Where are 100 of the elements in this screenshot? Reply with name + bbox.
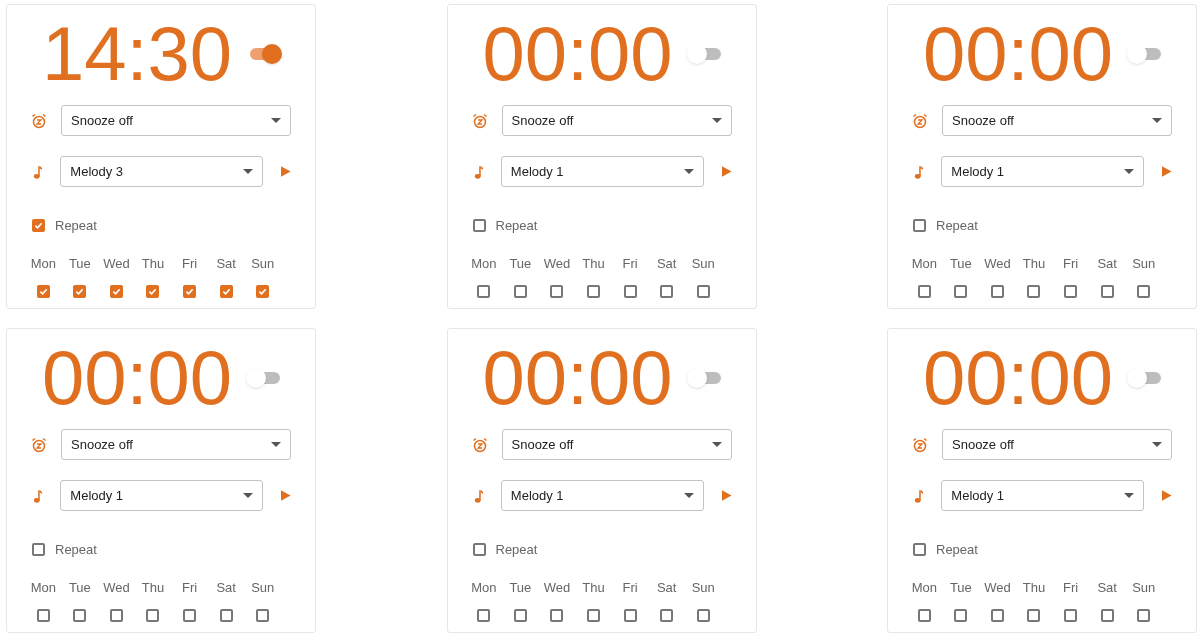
caret-icon — [1124, 169, 1135, 174]
alarm-time: 14:30 — [41, 16, 233, 92]
snooze-dropdown[interactable]: Snooze off — [61, 105, 291, 136]
checkbox[interactable] — [623, 609, 637, 622]
checkbox[interactable] — [550, 609, 564, 622]
checkbox[interactable] — [477, 609, 491, 622]
day-label: Thu — [141, 254, 165, 273]
snooze-dropdown[interactable]: Snooze off — [942, 105, 1172, 136]
day-label: Sun — [1132, 578, 1156, 597]
day-label: Sat — [656, 254, 677, 273]
checkbox[interactable] — [36, 609, 50, 622]
day-label: Sun — [691, 578, 715, 597]
repeat-label: Repeat — [495, 217, 538, 235]
play-button[interactable] — [281, 166, 291, 177]
checkbox[interactable] — [472, 543, 486, 557]
checkbox[interactable] — [183, 609, 197, 622]
checkbox[interactable] — [73, 285, 87, 298]
checkbox[interactable] — [913, 543, 926, 557]
day-label: Sat — [216, 254, 236, 273]
checkbox[interactable] — [696, 609, 710, 622]
melody-dropdown[interactable]: Melody 1 — [941, 156, 1145, 187]
checkbox[interactable] — [219, 285, 233, 298]
checkbox[interactable] — [1064, 609, 1078, 622]
caret-icon — [683, 493, 694, 498]
checkbox[interactable] — [73, 609, 87, 622]
melody-dropdown[interactable]: Melody 3 — [60, 156, 264, 187]
day-label: Tue — [949, 254, 972, 273]
checkbox[interactable] — [1100, 285, 1114, 298]
caret-icon — [711, 442, 722, 447]
alarm-time: 00:00 — [482, 16, 673, 92]
checkbox[interactable] — [32, 219, 45, 233]
checkbox[interactable] — [696, 285, 710, 298]
day-label: Wed — [103, 578, 130, 597]
checkbox[interactable] — [146, 285, 160, 298]
day-label: Sat — [656, 578, 677, 597]
snooze-dropdown[interactable]: Snooze off — [61, 429, 291, 460]
checkbox[interactable] — [109, 285, 123, 298]
snooze-dropdown[interactable]: Snooze off — [942, 429, 1172, 460]
checkbox[interactable] — [917, 285, 931, 298]
play-button[interactable] — [1162, 166, 1172, 177]
checkbox[interactable] — [219, 609, 233, 622]
repeat-label: Repeat — [55, 541, 97, 559]
checkbox[interactable] — [913, 219, 926, 233]
play-button[interactable] — [721, 490, 732, 501]
alarm-clock-icon — [471, 112, 488, 129]
checkbox[interactable] — [623, 285, 637, 298]
melody-dropdown[interactable]: Melody 1 — [500, 156, 704, 187]
day-label: Tue — [509, 254, 532, 273]
checkbox[interactable] — [1064, 285, 1078, 298]
checkbox[interactable] — [990, 609, 1004, 622]
checkbox[interactable] — [472, 219, 486, 233]
day-label: Sun — [251, 578, 275, 597]
checkbox[interactable] — [954, 609, 968, 622]
checkbox[interactable] — [183, 285, 197, 298]
checkbox[interactable] — [550, 285, 564, 298]
day-label: Wed — [543, 254, 571, 273]
day-label: Thu — [1022, 578, 1046, 597]
melody-dropdown[interactable]: Melody 1 — [941, 480, 1145, 511]
day-label: Thu — [582, 578, 605, 597]
play-button[interactable] — [721, 166, 732, 177]
melody-dropdown[interactable]: Melody 1 — [500, 480, 704, 511]
checkbox[interactable] — [1027, 609, 1041, 622]
checkbox[interactable] — [36, 285, 50, 298]
checkbox[interactable] — [1137, 285, 1151, 298]
checkbox[interactable] — [954, 285, 968, 298]
checkbox[interactable] — [1027, 285, 1041, 298]
checkbox[interactable] — [513, 609, 527, 622]
caret-icon — [1152, 118, 1162, 123]
alarm-clock-icon — [912, 436, 928, 453]
snooze-dropdown[interactable]: Snooze off — [501, 105, 732, 136]
checkbox[interactable] — [1137, 609, 1151, 622]
checkbox[interactable] — [477, 285, 491, 298]
checkbox[interactable] — [990, 285, 1004, 298]
checkbox[interactable] — [146, 609, 160, 622]
checkbox[interactable] — [32, 543, 45, 557]
caret-icon — [683, 169, 694, 174]
checkbox[interactable] — [1100, 609, 1114, 622]
checkbox[interactable] — [109, 609, 123, 622]
day-label: Sat — [216, 578, 236, 597]
play-button[interactable] — [281, 490, 291, 501]
day-label: Thu — [582, 254, 605, 273]
checkbox[interactable] — [917, 609, 931, 622]
checkbox[interactable] — [513, 285, 527, 298]
checkbox[interactable] — [587, 285, 600, 298]
checkbox[interactable] — [256, 609, 270, 622]
checkbox[interactable] — [587, 609, 600, 622]
alarm-clock-icon — [471, 436, 488, 453]
checkbox[interactable] — [256, 285, 270, 298]
play-button[interactable] — [1162, 490, 1172, 501]
alarm-time: 00:00 — [922, 340, 1114, 416]
caret-icon — [271, 442, 281, 447]
melody-dropdown[interactable]: Melody 1 — [60, 480, 264, 511]
alarm-time: 00:00 — [41, 340, 233, 416]
checkbox[interactable] — [660, 609, 674, 622]
day-label: Fri — [622, 578, 638, 597]
day-label: Mon — [30, 254, 56, 273]
day-label: Sun — [251, 254, 275, 273]
day-label: Wed — [984, 254, 1011, 273]
snooze-dropdown[interactable]: Snooze off — [501, 429, 732, 460]
checkbox[interactable] — [660, 285, 674, 298]
